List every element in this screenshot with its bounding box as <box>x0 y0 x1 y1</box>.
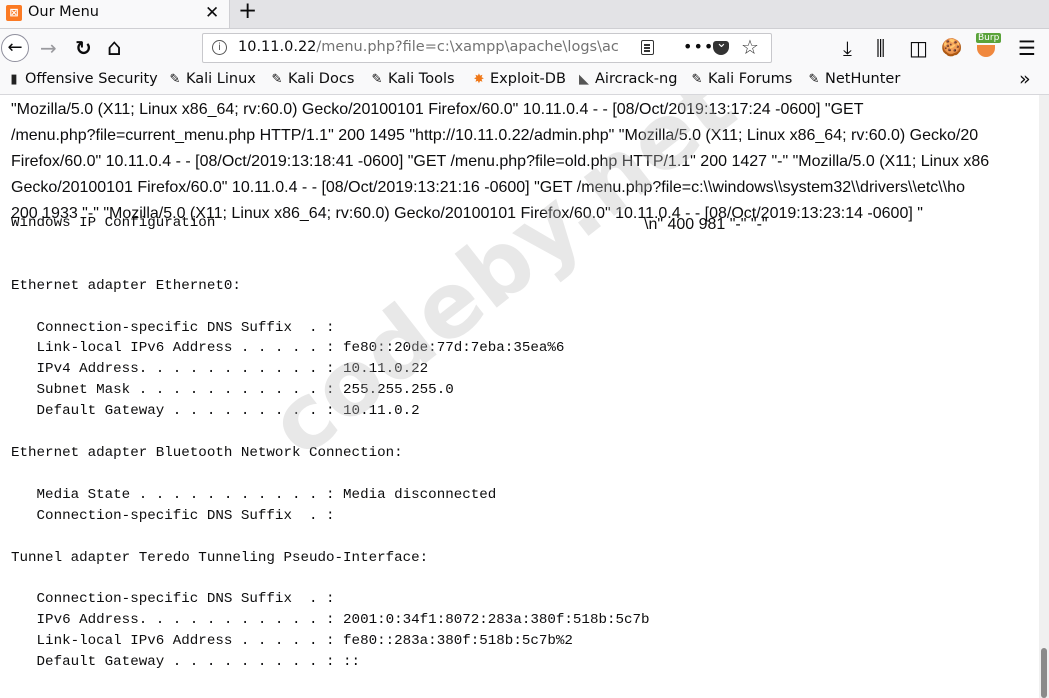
close-tab-icon[interactable]: ✕ <box>205 3 219 23</box>
bookmark-kali-forums[interactable]: ✎ Kali Forums <box>689 71 793 87</box>
burp-extension-icon[interactable]: Burp <box>972 33 1002 61</box>
bookmark-aircrack-ng[interactable]: ◣ Aircrack-ng <box>576 71 677 87</box>
bookmarks-overflow-icon[interactable]: » <box>1019 68 1031 90</box>
aircrack-icon: ◣ <box>579 72 589 87</box>
library-icon[interactable]: ⫼ <box>876 29 885 67</box>
bookmark-label: NetHunter <box>825 71 901 87</box>
bookmark-kali-tools[interactable]: ✎ Kali Tools <box>369 71 455 87</box>
log-line: Firefox/60.0" 10.11.0.4 - - [08/Oct/2019… <box>11 153 990 170</box>
new-tab-button[interactable]: + <box>238 0 257 24</box>
burp-badge: Burp <box>976 33 1002 43</box>
vertical-scrollbar[interactable] <box>1039 95 1049 698</box>
url-host: 10.11.0.22 <box>238 39 317 55</box>
download-icon[interactable]: ⤓ <box>843 29 852 67</box>
bookmark-star-icon[interactable]: ☆ <box>741 35 759 59</box>
bookmark-label: Exploit-DB <box>490 71 566 87</box>
page-content: "Mozilla/5.0 (X11; Linux x86_64; rv:60.0… <box>0 95 1039 698</box>
bookmarks-toolbar: ▮ Offensive Security ✎ Kali Linux ✎ Kali Do… <box>0 67 1049 95</box>
exploitdb-icon: ✸ <box>473 72 485 87</box>
kali-icon: ✎ <box>691 72 703 87</box>
bookmark-label: Kali Tools <box>388 71 455 87</box>
cookie-icon[interactable]: 🍪 <box>941 29 962 67</box>
burp-bowl-icon <box>977 45 995 57</box>
reload-button[interactable]: ↻ <box>75 29 92 67</box>
home-button[interactable]: ⌂ <box>107 29 122 67</box>
bookmark-kali-docs[interactable]: ✎ Kali Docs <box>269 71 355 87</box>
pocket-icon[interactable] <box>713 36 729 55</box>
url-bar[interactable]: i 10.11.0.22/menu.php?file=c:\xampp\apac… <box>202 33 772 63</box>
log-line: Gecko/20100101 Firefox/60.0" 10.11.0.4 -… <box>11 179 965 196</box>
bookmark-label: Offensive Security <box>25 71 158 87</box>
back-button[interactable]: ← <box>1 34 29 62</box>
kali-icon: ✎ <box>371 72 383 87</box>
bookmark-offensive-security[interactable]: ▮ Offensive Security <box>6 71 158 87</box>
log-line: /menu.php?file=current_menu.php HTTP/1.1… <box>11 127 979 144</box>
log-tail: \n" 400 981 "-" "-" <box>644 216 768 233</box>
page-actions-icon[interactable]: ••• <box>683 37 714 56</box>
bookmark-nethunter[interactable]: ✎ NetHunter <box>806 71 901 87</box>
navigation-bar: ← → ↻ ⌂ i 10.11.0.22/menu.php?file=c:\xa… <box>0 29 1049 67</box>
bookmark-label: Aircrack-ng <box>595 71 678 87</box>
scrollbar-thumb[interactable] <box>1041 648 1047 698</box>
tab-strip: ⊠ Our Menu ✕ + <box>0 0 1049 29</box>
url-input[interactable]: 10.11.0.22/menu.php?file=c:\xampp\apache… <box>238 39 628 55</box>
bookmark-label: Kali Linux <box>186 71 256 87</box>
reader-view-icon[interactable] <box>641 40 654 55</box>
kali-icon: ✎ <box>169 72 181 87</box>
kali-icon: ✎ <box>808 72 820 87</box>
ipconfig-output: Windows IP Configuration Ethernet adapte… <box>11 215 650 671</box>
bookmark-label: Kali Forums <box>708 71 793 87</box>
tab-title: Our Menu <box>28 4 99 20</box>
info-icon[interactable]: i <box>212 40 227 55</box>
kali-icon: ✎ <box>271 72 283 87</box>
xampp-favicon-icon: ⊠ <box>6 5 22 21</box>
log-line: "Mozilla/5.0 (X11; Linux x86_64; rv:60.0… <box>11 101 864 118</box>
hamburger-menu-icon[interactable]: ☰ <box>1018 29 1036 67</box>
tab-our-menu[interactable]: ⊠ Our Menu ✕ <box>0 0 230 28</box>
bookmark-kali-linux[interactable]: ✎ Kali Linux <box>167 71 256 87</box>
log-output: "Mozilla/5.0 (X11; Linux x86_64; rv:60.0… <box>11 97 1039 227</box>
sidebar-icon[interactable]: ◫ <box>909 29 928 67</box>
bookmark-label: Kali Docs <box>288 71 355 87</box>
bookmark-exploit-db[interactable]: ✸ Exploit-DB <box>471 71 566 87</box>
offsec-icon: ▮ <box>10 72 18 87</box>
url-path: /menu.php?file=c:\xampp\apache\logs\ac <box>316 39 619 55</box>
forward-button[interactable]: → <box>40 29 57 67</box>
